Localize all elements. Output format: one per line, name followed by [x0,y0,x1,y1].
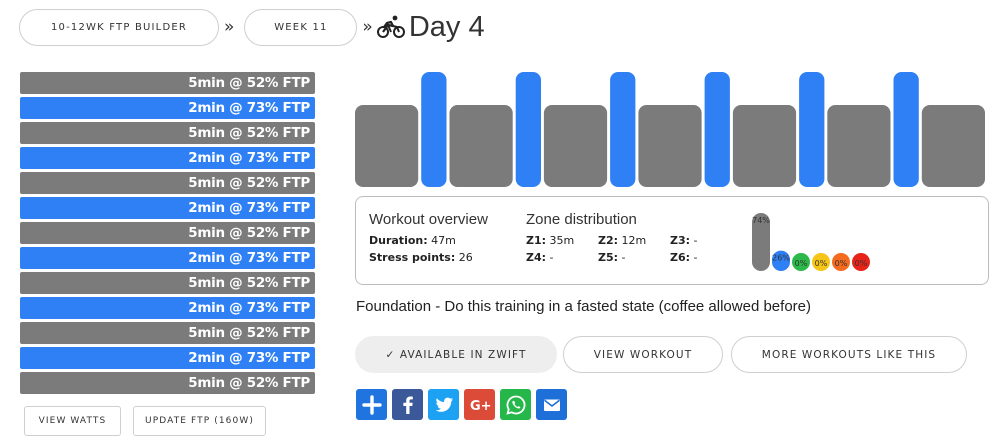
interval-row: 2min @ 73% FTP [20,347,315,369]
workout-interval-bar[interactable] [704,72,730,187]
zone-item: Z5: - [598,251,670,264]
interval-row: 5min @ 52% FTP [20,122,315,144]
workout-interval-bar[interactable] [355,105,419,187]
zone-value: - [549,251,554,264]
interval-row: 5min @ 52% FTP [20,72,315,94]
facebook-share-button[interactable] [392,389,423,420]
whatsapp-share-button[interactable] [500,389,531,420]
workout-interval-bar[interactable] [421,72,447,187]
workout-interval-bar[interactable] [921,105,985,187]
email-share-button[interactable] [536,389,567,420]
zone-value: - [693,234,698,247]
zone-item: Z2: 12m [598,234,670,247]
zone-bar-label: 0% [835,259,848,268]
whatsapp-icon [505,395,525,415]
zone-item: Z6: - [670,251,730,264]
zone-bar-label: 0% [815,259,828,268]
zone-bar-label: 0% [855,259,868,268]
interval-row: 2min @ 73% FTP [20,97,315,119]
interval-row: 5min @ 52% FTP [20,372,315,394]
addthis-icon [361,394,382,415]
breadcrumb: 10-12WK FTP BUILDER » WEEK 11 » Day 4 [19,8,485,46]
day-title-text: Day 4 [408,10,485,43]
stress-label: Stress points: [369,251,456,264]
workout-interval-bar[interactable] [515,72,541,187]
zone-distribution-section: Zone distribution Z1: 35m Z2: 12m Z3: - … [526,211,730,264]
view-workout-button[interactable]: VIEW WORKOUT [563,336,723,373]
twitter-icon [435,397,453,412]
workout-interval-bar[interactable] [543,105,608,187]
facebook-icon [402,396,413,414]
zone-value: 35m [549,234,575,247]
zone-item: Z4: - [526,251,598,264]
interval-row: 2min @ 73% FTP [20,247,315,269]
duration-row: Duration: 47m [369,234,488,247]
available-in-zwift-button[interactable]: ✓ AVAILABLE IN ZWIFT [355,336,557,373]
zone-label: Z1: [526,234,547,247]
google-plus-icon: G+ [470,399,491,414]
program-breadcrumb-button[interactable]: 10-12WK FTP BUILDER [19,8,219,46]
workout-interval-bar[interactable] [610,72,636,187]
zone-item: Z1: 35m [526,234,598,247]
interval-row: 2min @ 73% FTP [20,297,315,319]
zone-value: - [621,251,626,264]
zone-bar-label: 74% [752,216,770,225]
workout-interval-bar[interactable] [638,105,702,187]
zone-value: 12m [621,234,647,247]
zone-bar-label: 26% [772,254,790,263]
zone-distribution-heading: Zone distribution [526,211,637,228]
week-breadcrumb-button[interactable]: WEEK 11 [244,8,358,46]
workout-interval-bar[interactable] [449,105,513,187]
zone-label: Z5: [598,251,619,264]
more-workouts-button[interactable]: MORE WORKOUTS LIKE THIS [731,336,967,373]
workout-actions: ✓ AVAILABLE IN ZWIFT VIEW WORKOUT MORE W… [355,336,967,373]
update-ftp-button[interactable]: UPDATE FTP (160W) [133,406,266,436]
addthis-share-button[interactable] [356,389,387,420]
interval-row: 5min @ 52% FTP [20,272,315,294]
overview-heading: Workout overview [369,211,488,228]
interval-row: 5min @ 52% FTP [20,222,315,244]
interval-list: 5min @ 52% FTP 2min @ 73% FTP 5min @ 52% F… [20,72,315,397]
svg-text:G+: G+ [470,399,491,414]
zone-label: Z6: [670,251,691,264]
zone-label: Z2: [598,234,619,247]
zone-item: Z3: - [670,234,730,247]
cyclist-icon [376,15,405,38]
email-icon [543,399,560,411]
duration-value: 47m [431,234,456,247]
interval-row: 2min @ 73% FTP [20,147,315,169]
duration-label: Duration: [369,234,428,247]
share-buttons: G+ [356,389,572,420]
interval-row: 5min @ 52% FTP [20,172,315,194]
zone-label: Z3: [670,234,691,247]
page-title: Day 4 [376,10,485,44]
workout-overview-panel: Workout overview Duration: 47m Stress po… [355,196,989,285]
workout-description: Foundation - Do this training in a faste… [356,298,811,315]
view-watts-button[interactable]: VIEW WATTS [24,406,121,436]
zone-grid: Z1: 35m Z2: 12m Z3: - Z4: - Z5: - Z6: - [526,234,730,264]
left-actions: VIEW WATTS UPDATE FTP (160W) [24,406,266,436]
breadcrumb-separator: » [362,16,373,37]
zone-label: Z4: [526,251,547,264]
breadcrumb-separator: » [224,16,235,37]
zone-bar-label: 0% [795,259,808,268]
zone-distribution-chart: 74% 26% 0% 0% 0% 0% [752,213,870,271]
overview-section: Workout overview Duration: 47m Stress po… [369,211,488,268]
workout-interval-bar[interactable] [827,105,891,187]
workout-interval-bar[interactable] [893,72,919,187]
zone-value: - [693,251,698,264]
workout-interval-bar[interactable] [732,105,797,187]
stress-row: Stress points: 26 [369,251,488,264]
interval-row: 2min @ 73% FTP [20,197,315,219]
workout-profile-graph [355,72,985,187]
stress-value: 26 [458,251,473,264]
interval-row: 5min @ 52% FTP [20,322,315,344]
twitter-share-button[interactable] [428,389,459,420]
workout-interval-bar[interactable] [799,72,825,187]
google-plus-share-button[interactable]: G+ [464,389,495,420]
